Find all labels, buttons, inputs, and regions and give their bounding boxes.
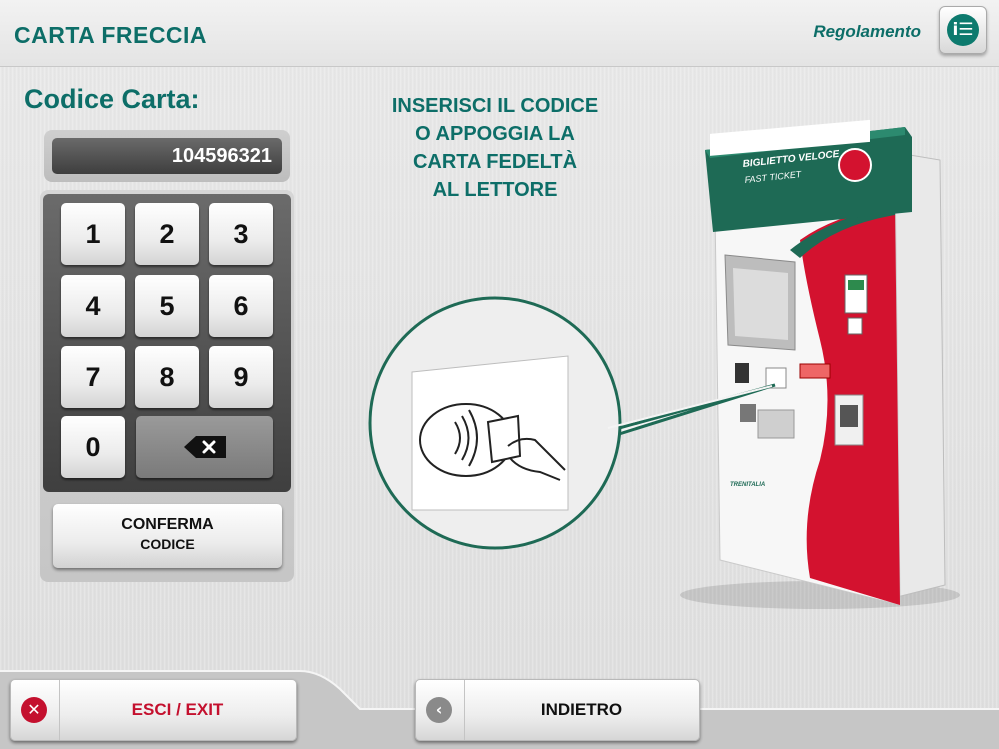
exit-icon-cell: ✕ [11,680,60,740]
instructions-text: INSERISCI IL CODICE O APPOGGIA LA CARTA … [320,92,670,204]
key-5[interactable]: 5 [135,275,199,337]
confirm-label-line-2: CODICE [140,536,195,552]
header-bar: CARTA FRECCIA Regolamento i☰ [0,0,999,67]
code-display-frame: 104596321 [44,130,290,182]
close-icon: ✕ [21,697,47,723]
exit-label: ESCI / EXIT [131,700,224,719]
regolamento-link[interactable]: Regolamento [813,22,921,42]
code-display: 104596321 [52,138,282,174]
confirm-label-line-1: CONFERMA [121,516,214,533]
back-button[interactable]: ‹ INDIETRO [415,679,700,741]
key-0[interactable]: 0 [61,416,125,478]
instructions-line-2: O APPOGGIA LA [415,123,575,145]
back-icon-cell: ‹ [416,680,465,740]
kiosk-brand-line-1: BIGLIETTO VELOCE [742,149,840,170]
instructions-line-1: INSERISCI IL CODICE [391,95,599,117]
key-8[interactable]: 8 [135,346,199,408]
chevron-left-icon: ‹ [426,697,452,723]
info-button[interactable]: i☰ [939,6,987,54]
info-list-icon: i☰ [947,14,979,46]
delete-button[interactable] [136,416,273,478]
key-9[interactable]: 9 [209,346,273,408]
key-7[interactable]: 7 [61,346,125,408]
confirm-code-button[interactable]: CONFERMA CODICE [53,504,282,568]
back-label: INDIETRO [540,700,623,719]
key-6[interactable]: 6 [209,275,273,337]
key-3[interactable]: 3 [209,203,273,265]
key-2[interactable]: 2 [135,203,199,265]
kiosk-logo-text: TRENITALIA [730,482,765,488]
instructions-line-4: AL LETTORE [432,179,558,201]
key-1[interactable]: 1 [61,203,125,265]
page-title: CARTA FRECCIA [14,22,208,48]
codice-carta-label: Codice Carta: [24,84,200,114]
instructions-line-3: CARTA FEDELTÀ [412,151,578,173]
kiosk-brand-line-2: FAST TICKET [744,169,803,185]
backspace-icon [184,436,226,458]
key-4[interactable]: 4 [61,275,125,337]
exit-button[interactable]: ✕ ESCI / EXIT [10,679,297,741]
